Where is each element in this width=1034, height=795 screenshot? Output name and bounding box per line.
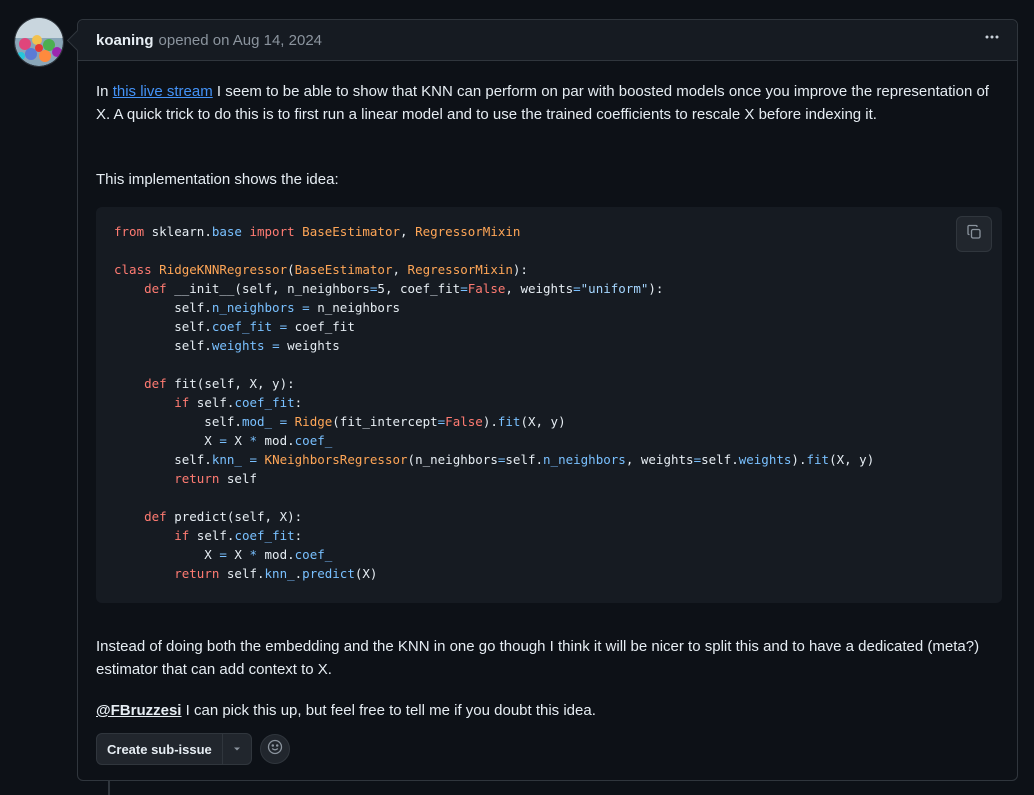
user-mention[interactable]: @FBruzzesi — [96, 702, 181, 719]
intro-prefix: In — [96, 83, 113, 100]
copy-icon — [966, 224, 982, 245]
paragraph-mention: @FBruzzesi I can pick this up, but feel … — [96, 699, 596, 722]
mention-suffix: I can pick this up, but feel free to tel… — [181, 702, 596, 719]
timeline-connector — [108, 781, 110, 795]
create-sub-issue-button[interactable]: Create sub-issue — [97, 734, 222, 764]
intro-suffix: I seem to be able to show that KNN can p… — [96, 83, 989, 123]
code-content: from sklearn.base import BaseEstimator, … — [114, 224, 875, 581]
sub-issue-dropdown-button[interactable] — [221, 734, 251, 764]
copy-code-button[interactable] — [956, 216, 992, 252]
comment-header: koaning opened on Aug 14, 2024 — [78, 20, 1017, 61]
triangle-down-icon — [232, 742, 242, 757]
paragraph-implementation: This implementation shows the idea: — [96, 171, 339, 188]
live-stream-link[interactable]: this live stream — [113, 83, 213, 100]
opened-timestamp[interactable]: opened on Aug 14, 2024 — [159, 32, 323, 49]
smiley-icon — [267, 739, 283, 760]
more-options-button[interactable] — [979, 26, 1005, 52]
comment-actions: Create sub-issue — [96, 733, 290, 765]
author-avatar[interactable] — [14, 17, 64, 67]
code-block: from sklearn.base import BaseEstimator, … — [96, 207, 1002, 603]
add-reaction-button[interactable] — [259, 734, 290, 764]
kebab-horizontal-icon — [984, 29, 1000, 49]
create-sub-issue-group: Create sub-issue — [96, 733, 252, 765]
issue-comment: koaning opened on Aug 14, 2024 In this l… — [77, 19, 1018, 781]
author-name[interactable]: koaning — [96, 32, 154, 49]
paragraph-intro: In this live stream I seem to be able to… — [96, 80, 1001, 126]
paragraph-split-idea: Instead of doing both the embedding and … — [96, 638, 980, 678]
